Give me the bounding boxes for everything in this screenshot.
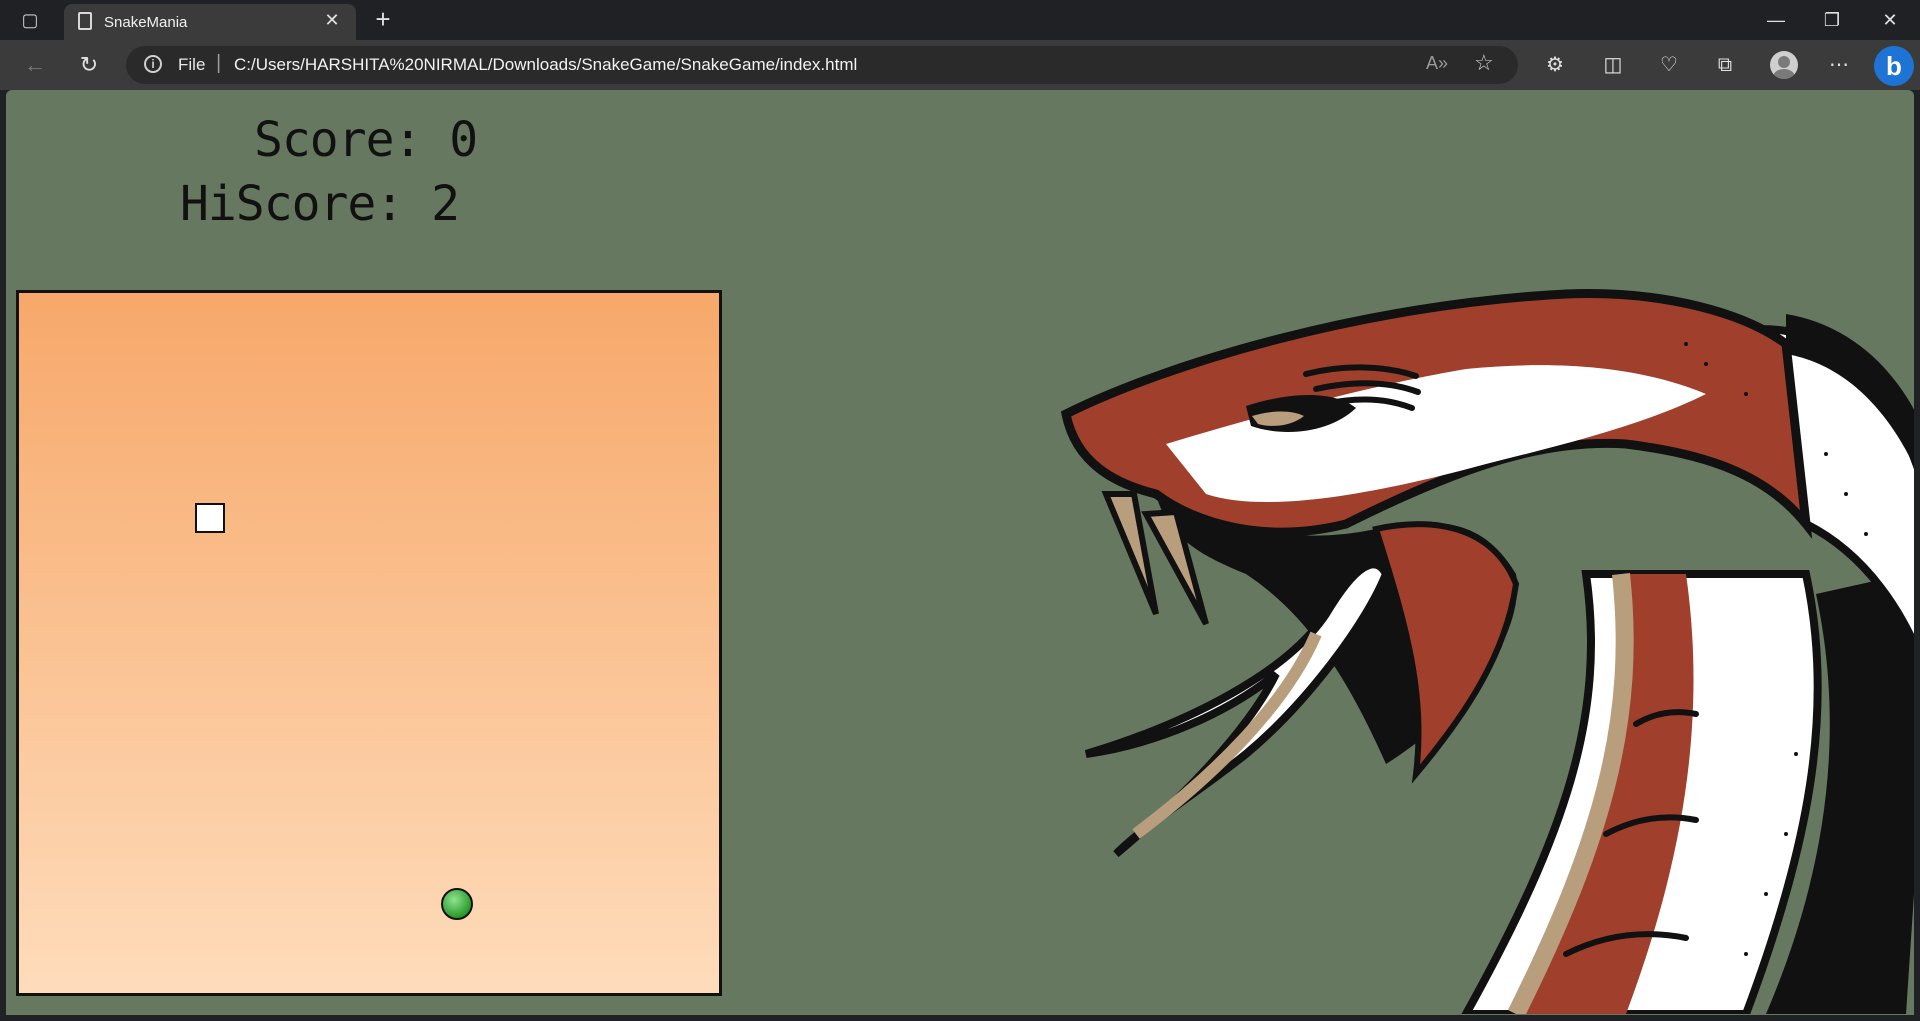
address-separator: | xyxy=(216,52,222,74)
food-pellet xyxy=(441,888,473,920)
restore-icon[interactable]: ❐ xyxy=(1812,6,1852,34)
hiscore-display: HiScore: 2 xyxy=(180,176,460,232)
new-tab-icon[interactable]: + xyxy=(370,6,396,32)
address-scheme: File xyxy=(178,55,206,74)
refresh-icon[interactable]: ↻ xyxy=(74,50,104,80)
score-display: Score: 0 xyxy=(254,112,478,168)
tab-actions-icon[interactable]: ▢ xyxy=(16,9,44,31)
address-bar[interactable]: i File | C:/Users/HARSHITA%20NIRMAL/Down… xyxy=(126,46,1518,84)
browser-tab[interactable]: SnakeMania ✕ xyxy=(64,4,356,40)
favorite-star-icon[interactable]: ☆ xyxy=(1474,50,1494,76)
close-tab-icon[interactable]: ✕ xyxy=(322,10,342,30)
browser-title-bar: ▢ SnakeMania ✕ + — ❐ ✕ xyxy=(0,0,1920,40)
address-url[interactable]: C:/Users/HARSHITA%20NIRMAL/Downloads/Sna… xyxy=(234,55,857,75)
snake-illustration xyxy=(1060,289,1914,1014)
profile-avatar[interactable] xyxy=(1770,51,1798,79)
browser-essentials-icon[interactable]: ♡ xyxy=(1654,50,1684,80)
bing-copilot-icon[interactable]: b xyxy=(1874,46,1914,86)
page-viewport: Score: 0 HiScore: 2 xyxy=(6,90,1914,1015)
collections-icon[interactable]: ⧉ xyxy=(1710,50,1740,80)
info-icon[interactable]: i xyxy=(144,55,162,73)
close-window-icon[interactable]: ✕ xyxy=(1870,6,1910,34)
extensions-icon[interactable]: ⚙ xyxy=(1540,50,1570,80)
tab-title: SnakeMania xyxy=(104,14,188,31)
page-icon xyxy=(78,12,92,30)
snake-head xyxy=(195,503,225,533)
read-aloud-icon[interactable]: A» xyxy=(1426,53,1448,74)
browser-nav-bar: ← ↻ i File | C:/Users/HARSHITA%20NIRMAL/… xyxy=(0,40,1920,90)
back-icon[interactable]: ← xyxy=(20,50,50,80)
split-screen-icon[interactable]: ◫ xyxy=(1598,50,1628,80)
more-options-icon[interactable]: ⋯ xyxy=(1824,50,1854,80)
game-board[interactable] xyxy=(16,290,722,996)
minimize-icon[interactable]: — xyxy=(1756,6,1796,34)
